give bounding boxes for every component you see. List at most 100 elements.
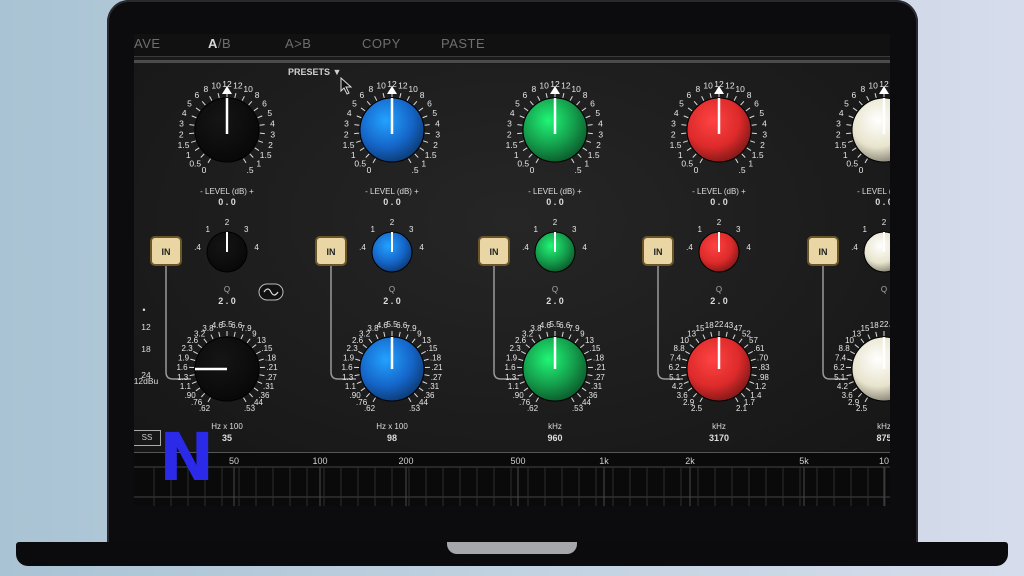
level-tick-mark [249, 153, 254, 158]
eq-plugin-window: AVE A/B A>B COPY PASTE PRESETS ▼ 0 0.5 1 1.… [134, 34, 890, 506]
level-tick-label: 1.5 [506, 140, 518, 150]
freq-tick-label: .70 [757, 353, 769, 362]
q-tick-label: 4 [582, 243, 587, 252]
level-tick-label: 4 [762, 118, 767, 128]
freq-tick-mark [197, 344, 203, 349]
level-tick-label: 0.5 [517, 158, 529, 168]
level-label: - LEVEL (dB) + [857, 187, 890, 196]
level-tick-label: 8 [369, 84, 374, 94]
q-tick-label: .4 [522, 243, 529, 252]
level-tick-mark [751, 124, 757, 126]
freq-tick-mark [584, 351, 589, 355]
freq-tick-label: 8.8 [839, 344, 851, 353]
freq-tick-label: 5.1 [669, 373, 681, 382]
level-tick-mark [847, 140, 853, 143]
freq-tick-label: 15 [696, 324, 705, 333]
freq-tick-label: 1.9 [343, 353, 355, 362]
q-tick-label: 3 [409, 225, 414, 234]
level-tick-mark [374, 95, 378, 101]
level-tick-mark [355, 140, 361, 143]
level-tick-label: 0.5 [189, 158, 201, 168]
freq-tick-mark [521, 351, 526, 355]
in-button[interactable]: IN [478, 236, 510, 266]
level-tick-mark [382, 92, 385, 99]
logo-letter: N [159, 419, 215, 496]
freq-tick-mark [685, 351, 690, 355]
level-tick-mark [692, 153, 697, 158]
freq-tick-label: .53 [409, 404, 421, 413]
freq-tick-mark [519, 381, 525, 385]
freq-tick-label: 7.4 [670, 353, 682, 362]
level-tick-mark [701, 95, 705, 101]
level-label: - LEVEL (dB) + [200, 187, 254, 196]
freq-tick-mark [243, 397, 247, 403]
freq-tick-label: .27 [431, 373, 443, 382]
level-tick-mark [201, 100, 206, 106]
level-tick-label: 1.5 [835, 140, 847, 150]
freq-tick-mark [689, 344, 695, 349]
freq-tick-mark [867, 334, 871, 340]
graph-freq-label: 500 [510, 456, 525, 466]
level-tick-mark [745, 107, 751, 112]
in-button-label: IN [162, 247, 171, 257]
freq-tick-label: .15 [261, 344, 273, 353]
level-tick-label: 0 [530, 165, 535, 175]
freq-tick-label: .83 [758, 363, 770, 372]
level-tick-mark [535, 158, 539, 164]
in-button[interactable]: IN [642, 236, 674, 266]
band-2: 00.511.5234568 10 12 12 108654321.51.5- LEVE… [315, 79, 443, 443]
filter-shape-button[interactable] [258, 283, 284, 301]
in-button[interactable]: IN [807, 236, 839, 266]
freq-tick-mark [354, 374, 360, 377]
level-tick-mark [519, 115, 525, 119]
freq-tick-mark [210, 334, 214, 340]
freq-tick-label: 43 [889, 321, 890, 330]
left-scale-label: 12dBu [134, 376, 159, 386]
q-tick-label: .4 [851, 243, 858, 252]
freq-tick-label: .53 [244, 404, 256, 413]
level-tick-mark [682, 140, 688, 143]
freq-tick-mark [860, 338, 865, 344]
freq-tick-label: 7.4 [835, 353, 847, 362]
freq-tick-mark [749, 381, 755, 385]
graph-freq-label: 100 [312, 456, 327, 466]
freq-tick-mark [586, 358, 592, 361]
level-tick-mark [851, 147, 857, 151]
q-tick-label: .4 [686, 243, 693, 252]
level-tick-mark [518, 140, 524, 143]
freq-tick-label: .27 [266, 373, 278, 382]
freq-tick-label: .27 [594, 373, 606, 382]
level-tick-label: 10 [868, 80, 878, 90]
level-tick-label: 3 [435, 129, 440, 139]
level-tick-mark [586, 140, 592, 143]
level-tick-mark [857, 153, 862, 158]
in-button[interactable]: IN [150, 236, 182, 266]
level-tick-mark [243, 158, 247, 164]
freq-tick-mark [682, 358, 688, 361]
in-button[interactable]: IN [315, 236, 347, 266]
ss-button[interactable]: SS [134, 430, 161, 446]
freq-tick-label: 3.6 [677, 391, 689, 400]
level-tick-mark [687, 107, 693, 112]
level-tick-mark [424, 124, 430, 126]
graph-svg: 50 100 200 500 1k 2k 5k 10 [134, 456, 890, 506]
level-tick-mark [587, 124, 593, 126]
level-tick-mark [522, 147, 528, 151]
freq-tick-mark [875, 331, 878, 337]
level-tick-label: 0 [202, 165, 207, 175]
freq-tick-mark [362, 344, 368, 349]
level-tick-mark [585, 115, 591, 119]
freq-tick-mark [372, 397, 376, 403]
freq-tick-mark [517, 374, 523, 377]
freq-tick-label: 3.6 [842, 391, 854, 400]
freq-tick-mark [587, 374, 593, 377]
level-tick-label: 2 [671, 129, 676, 139]
level-tick-label: 2 [433, 140, 438, 150]
freq-tick-mark [207, 397, 211, 403]
level-tick-mark [422, 115, 428, 119]
mouse-cursor-icon [340, 77, 353, 95]
level-tick-mark [207, 158, 211, 164]
level-tick-label: 6 [687, 90, 692, 100]
graph-freq-label: 10 [879, 456, 889, 466]
level-tick-label: 1.5 [260, 150, 272, 160]
